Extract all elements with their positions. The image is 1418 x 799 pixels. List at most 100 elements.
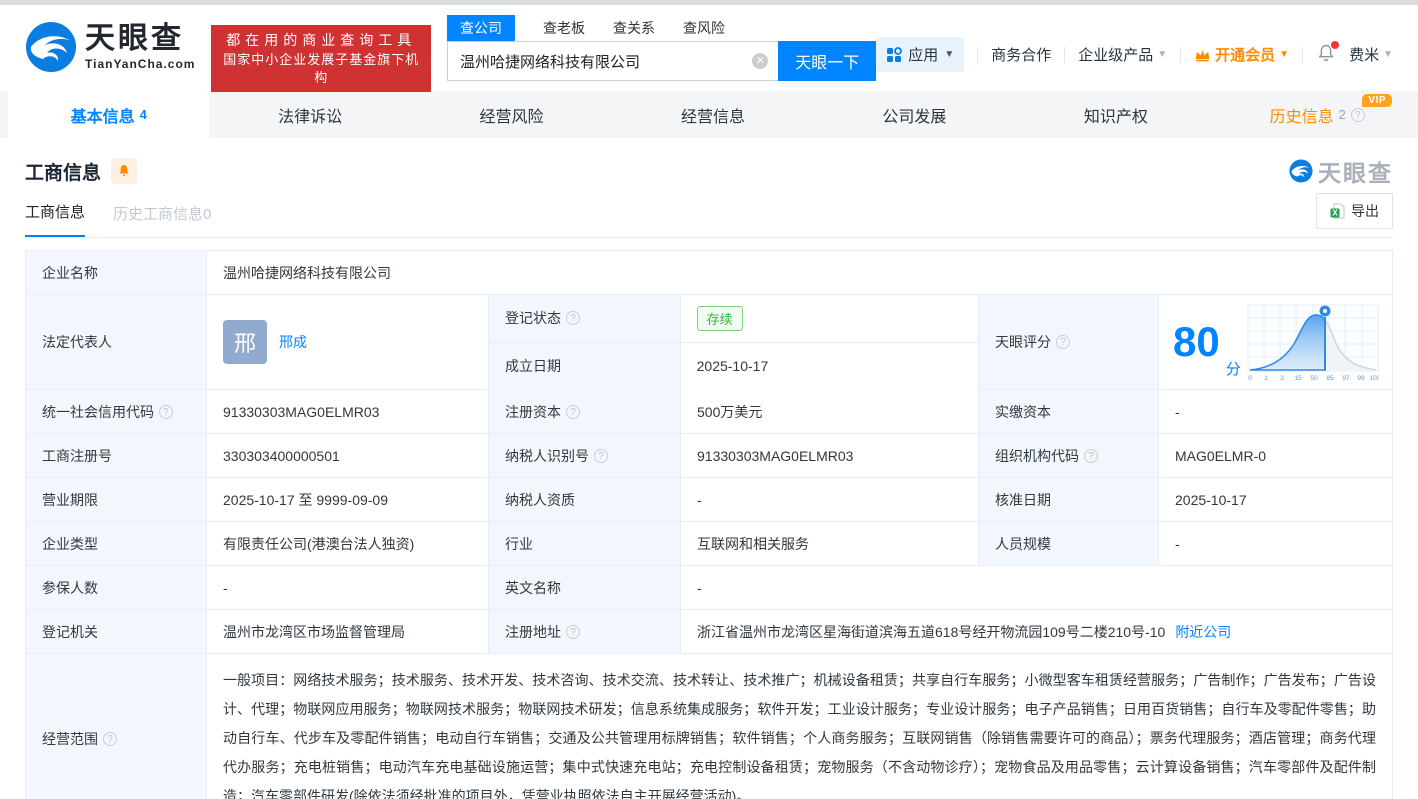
tab-history-info[interactable]: VIP 历史信息 2 ? (1217, 91, 1418, 138)
svg-text:3: 3 (1280, 375, 1284, 382)
score-cell[interactable]: 80 分 (1159, 295, 1392, 390)
table-row: 登记机关 温州市龙湾区市场监督管理局 注册地址? 浙江省温州市龙湾区星海街道滨海… (26, 610, 1392, 654)
vip-crown-icon (1194, 47, 1211, 62)
export-button[interactable]: X 导出 (1316, 193, 1393, 229)
tab-label: 基本信息 (71, 103, 135, 127)
slogan-line1: 都在用的商业查询工具 (221, 30, 420, 51)
subtab-history-registration[interactable]: 历史工商信息0 (113, 203, 211, 237)
help-icon[interactable]: ? (1056, 335, 1070, 349)
avatar[interactable]: 邢 (223, 320, 267, 364)
user-menu[interactable]: 费米 ▼ (1349, 44, 1393, 65)
tab-intellectual-property[interactable]: 知识产权 (1015, 91, 1216, 138)
svg-text:99: 99 (1357, 375, 1365, 382)
table-row: 营业期限 2025-10-17 至 9999-09-09 纳税人资质 - 核准日… (26, 478, 1392, 522)
slogan-banner: 都在用的商业查询工具 国家中小企业发展子基金旗下机构 (211, 25, 430, 92)
field-label: 人员规模 (979, 522, 1159, 566)
search-tab-risk[interactable]: 查风险 (683, 15, 725, 41)
divider (977, 47, 978, 63)
vip-badge: VIP (1362, 94, 1392, 107)
help-icon[interactable]: ? (159, 405, 173, 419)
tab-label: 历史信息 (1270, 103, 1334, 127)
chevron-down-icon: ▼ (1157, 49, 1167, 60)
legal-rep-link[interactable]: 邢成 (279, 332, 307, 352)
help-icon[interactable]: ? (594, 449, 608, 463)
search-input[interactable] (447, 41, 778, 81)
watermark-label: 天眼查 (1318, 154, 1393, 188)
field-label: 营业期限 (26, 478, 207, 522)
company-type-value: 有限责任公司(港澳台法人独资) (207, 522, 489, 566)
svg-text:50: 50 (1310, 375, 1318, 382)
subtab-business-registration[interactable]: 工商信息 (25, 201, 85, 237)
score-unit: 分 (1226, 358, 1241, 379)
tab-business-info[interactable]: 经营信息 (612, 91, 813, 138)
open-vip-button[interactable]: 开通会员 ▼ (1194, 44, 1289, 65)
company-name-value: 温州哈捷网络科技有限公司 (207, 251, 1392, 295)
business-registration-table: 企业名称 温州哈捷网络科技有限公司 法定代表人 邢 邢成 登记状态? 存续 成立… (25, 250, 1393, 799)
page-title: 工商信息 (25, 158, 101, 185)
divider (1180, 47, 1181, 63)
subscribe-bell-button[interactable] (111, 158, 137, 184)
table-row: 统一社会信用代码? 91330303MAG0ELMR03 注册资本? 500万美… (26, 390, 1392, 434)
reg-number-value: 330303400000501 (207, 434, 489, 478)
chevron-down-icon: ▼ (1279, 49, 1289, 60)
field-label: 参保人数 (26, 566, 207, 610)
establish-date-value: 2025-10-17 (681, 343, 978, 391)
tab-label: 公司发展 (882, 103, 946, 127)
approval-date-value: 2025-10-17 (1159, 478, 1392, 522)
notifications-bell[interactable] (1316, 43, 1336, 67)
field-label: 英文名称 (489, 566, 681, 610)
nearby-companies-link[interactable]: 附近公司 (1175, 622, 1231, 642)
bell-icon (117, 164, 131, 178)
help-icon[interactable]: ? (103, 732, 117, 746)
svg-text:85: 85 (1326, 375, 1334, 382)
status-badge: 存续 (697, 306, 743, 331)
help-icon[interactable]: ? (566, 405, 580, 419)
taxpayer-qualification-value: - (681, 478, 979, 522)
field-label: 天眼评分? (979, 295, 1159, 390)
tianyancha-logo[interactable]: 天眼查 TianYanCha.com (25, 21, 195, 73)
search-tab-company[interactable]: 查公司 (447, 15, 515, 41)
score-distribution-chart: 0 1 3 15 50 85 97 99 100 (1247, 299, 1379, 385)
divider (1302, 47, 1303, 63)
tianyancha-swirl-icon (1289, 159, 1313, 183)
tab-label: 经营信息 (681, 103, 745, 127)
tianyancha-watermark: 天眼查 (1289, 154, 1393, 188)
subtab-row: 工商信息 历史工商信息0 X 导出 (25, 192, 1393, 238)
nav-cooperation[interactable]: 商务合作 (991, 44, 1051, 65)
business-scope-value: 一般项目：网络技术服务；技术服务、技术开发、技术咨询、技术交流、技术转让、技术推… (207, 654, 1392, 799)
tab-basic-info[interactable]: 基本信息 4 (8, 91, 209, 138)
table-row: 工商注册号 330303400000501 纳税人识别号? 91330303MA… (26, 434, 1392, 478)
org-code-value: MAG0ELMR-0 (1159, 434, 1392, 478)
apps-menu[interactable]: 应用 ▼ (876, 37, 964, 72)
nav-enterprise-products[interactable]: 企业级产品 ▼ (1078, 44, 1167, 65)
chevron-down-icon: ▼ (1383, 49, 1393, 60)
field-label: 工商注册号 (26, 434, 207, 478)
field-label: 注册地址? (489, 610, 681, 654)
taxpayer-id-value: 91330303MAG0ELMR03 (681, 434, 979, 478)
table-row: 法定代表人 邢 邢成 登记状态? 存续 成立日期 2025-10-17 天眼评分… (26, 295, 1392, 390)
help-icon[interactable]: ? (1084, 449, 1098, 463)
reg-address-value: 浙江省温州市龙湾区星海街道滨海五道618号经开物流园109号二楼210号-10 (697, 622, 1165, 642)
tab-label: 法律诉讼 (278, 103, 342, 127)
excel-icon: X (1330, 203, 1345, 219)
table-row: 企业类型 有限责任公司(港澳台法人独资) 行业 互联网和相关服务 人员规模 - (26, 522, 1392, 566)
logo-subtitle: TianYanCha.com (85, 57, 195, 71)
field-label: 核准日期 (979, 478, 1159, 522)
help-icon[interactable]: ? (566, 625, 580, 639)
search-button[interactable]: 天眼一下 (778, 41, 876, 81)
tab-legal-proceedings[interactable]: 法律诉讼 (209, 91, 410, 138)
field-label: 法定代表人 (26, 295, 207, 390)
tab-operating-risk[interactable]: 经营风险 (411, 91, 612, 138)
divider (1064, 47, 1065, 63)
svg-text:97: 97 (1342, 375, 1350, 382)
export-label: 导出 (1351, 201, 1379, 221)
svg-text:15: 15 (1294, 375, 1302, 382)
tab-company-development[interactable]: 公司发展 (814, 91, 1015, 138)
search-tabs: 查公司 查老板 查关系 查风险 (447, 15, 876, 41)
help-icon[interactable]: ? (566, 311, 580, 325)
search-tab-relation[interactable]: 查关系 (613, 15, 655, 41)
help-icon[interactable]: ? (1351, 108, 1365, 122)
paid-capital-value: - (1159, 390, 1392, 434)
table-row: 经营范围? 一般项目：网络技术服务；技术服务、技术开发、技术咨询、技术交流、技术… (26, 654, 1392, 799)
search-tab-boss[interactable]: 查老板 (543, 15, 585, 41)
